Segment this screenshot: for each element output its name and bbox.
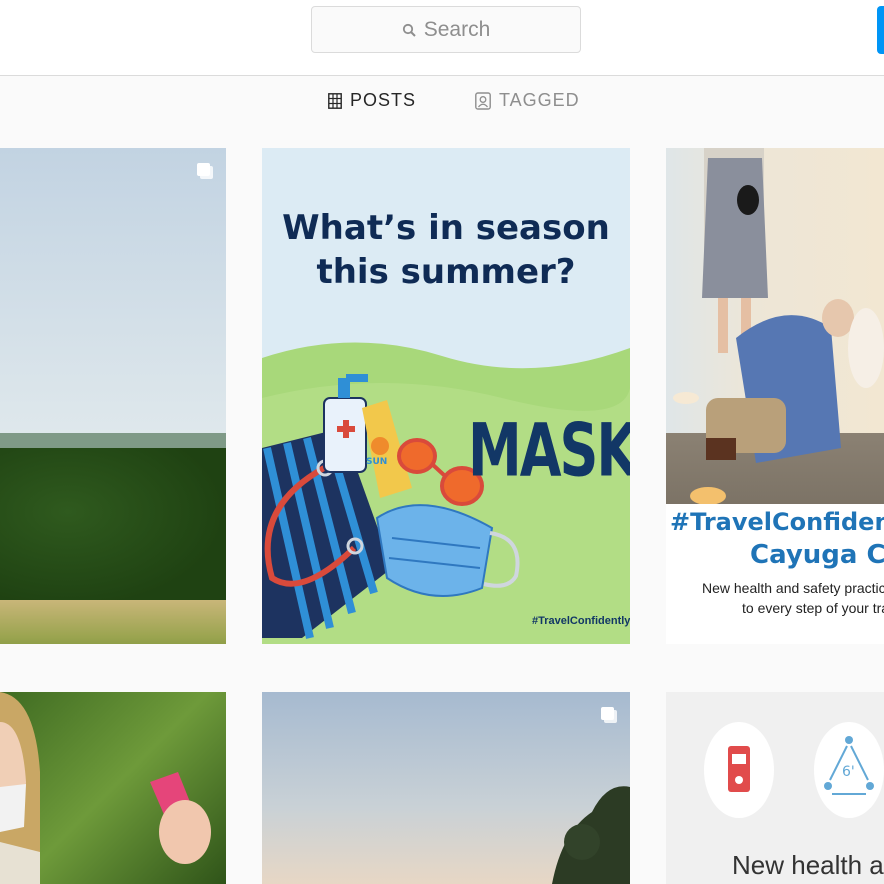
- graphic-hashtag: #TravelConfidently: [532, 615, 630, 627]
- search-input[interactable]: Search: [311, 6, 581, 53]
- caption-text-2: to every step of your trav: [742, 600, 884, 616]
- tab-posts-label: POSTS: [350, 90, 416, 111]
- corn-field: [0, 600, 226, 644]
- distance-label: 6': [842, 764, 855, 780]
- post-tile-health-graphic[interactable]: 6' New health and: [666, 692, 884, 884]
- headline-line-2: this summer?: [262, 250, 630, 294]
- sky-photo: [262, 692, 630, 884]
- post-tile-sky[interactable]: [262, 692, 630, 884]
- sanitizer-station-icon: [704, 722, 774, 818]
- post-tile-person-mask[interactable]: [0, 692, 226, 884]
- caption-hashtag: #TravelConfidently: [670, 508, 884, 536]
- headline-line-1: What’s in season: [262, 206, 630, 250]
- post-tile-landscape[interactable]: [0, 148, 226, 644]
- caption-text-1: New health and safety practices: [702, 580, 884, 596]
- icon-circle-1: [704, 722, 774, 818]
- person-mask-photo: [0, 692, 226, 884]
- profile-tabs: POSTS TAGGED: [0, 90, 884, 120]
- tab-tagged-label: TAGGED: [499, 90, 580, 111]
- masks-title: MASKS: [468, 408, 630, 493]
- green-hills: [0, 448, 226, 608]
- post-tile-travel-confidently[interactable]: #TravelConfidently Cayuga Cou New health…: [666, 148, 884, 644]
- sunscreen-label: SUN: [366, 457, 387, 467]
- graphic-headline: What’s in season this summer?: [262, 206, 630, 294]
- search-placeholder: Search: [424, 18, 491, 42]
- multiple-posts-icon: [600, 706, 618, 724]
- people-illustration: [666, 148, 884, 504]
- tagged-person-icon: [475, 92, 491, 110]
- health-text: New health and: [732, 850, 884, 881]
- top-bar: Search: [0, 0, 884, 76]
- tab-tagged[interactable]: TAGGED: [475, 90, 580, 111]
- post-tile-masks-graphic[interactable]: What’s in season this summer?: [262, 148, 630, 644]
- search-icon: [402, 23, 416, 37]
- sky: [0, 148, 226, 438]
- social-distance-icon: 6': [814, 722, 884, 818]
- grid-icon: [328, 93, 342, 109]
- icon-circle-2: 6': [814, 722, 884, 818]
- multiple-posts-icon: [196, 162, 214, 180]
- tab-posts[interactable]: POSTS: [328, 90, 416, 111]
- caption-county: Cayuga Cou: [750, 540, 884, 570]
- follow-button[interactable]: [877, 6, 884, 54]
